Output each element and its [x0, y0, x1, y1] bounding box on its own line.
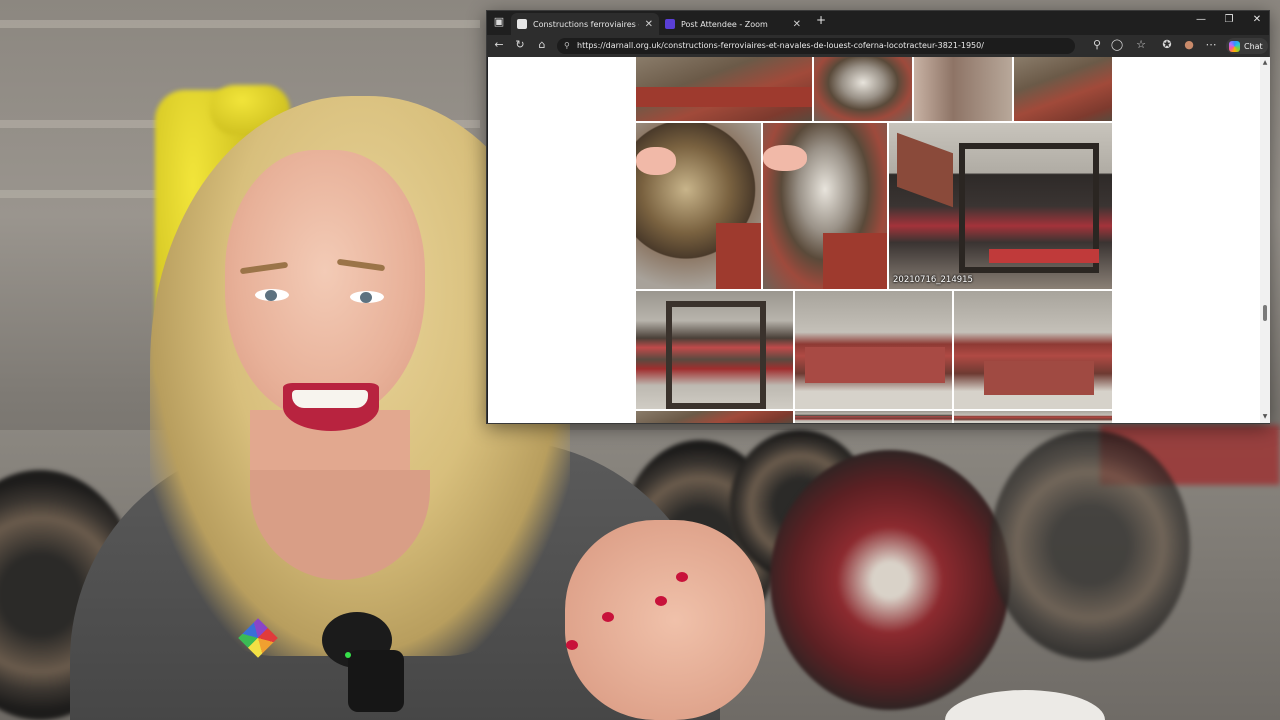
chat-label: Chat — [1244, 41, 1263, 51]
close-icon[interactable]: ✕ — [645, 19, 653, 30]
gallery-photo[interactable] — [763, 123, 887, 289]
reload-icon[interactable]: ↻ — [512, 38, 528, 51]
gallery-photo[interactable] — [636, 291, 793, 409]
browser-titlebar: ▣ Constructions ferroviaires et navales … — [487, 11, 1269, 35]
fingernail — [676, 572, 688, 582]
reader-icon[interactable]: ◯ — [1109, 38, 1125, 51]
gallery-photo[interactable] — [636, 123, 761, 289]
more-icon[interactable]: ⋯ — [1203, 38, 1219, 51]
new-tab-button[interactable]: + — [809, 13, 833, 27]
microphone-led — [345, 652, 351, 658]
gallery-photo[interactable] — [636, 57, 812, 121]
page-viewport[interactable]: 20210716_214915 — [488, 57, 1260, 423]
tab-zoom[interactable]: Post Attendee - Zoom ✕ — [659, 13, 807, 35]
lock-icon: ⚲ — [564, 41, 570, 50]
scroll-thumb[interactable] — [1263, 305, 1267, 321]
gallery-photo[interactable] — [814, 57, 912, 121]
fingernail — [602, 612, 614, 622]
address-bar[interactable]: ⚲ https://darnall.org.uk/constructions-f… — [557, 38, 1075, 54]
browser-window: ▣ Constructions ferroviaires et navales … — [486, 10, 1270, 424]
chat-button[interactable]: Chat — [1226, 38, 1268, 54]
zoom-icon[interactable]: ⚲ — [1089, 38, 1105, 51]
tab-label: Post Attendee - Zoom — [681, 19, 768, 29]
presenter-hand — [565, 520, 765, 720]
presenter-eye — [255, 289, 289, 301]
presenter-eye — [350, 291, 384, 303]
train-wheel — [990, 430, 1190, 660]
restore-icon[interactable]: ❐ — [1217, 14, 1241, 25]
gallery-photo[interactable]: 20210716_214915 — [889, 123, 1112, 289]
gallery-photo[interactable] — [954, 411, 1112, 423]
home-icon[interactable]: ⌂ — [534, 38, 550, 51]
presenter-teeth — [292, 390, 368, 408]
gallery-photo[interactable] — [795, 411, 952, 423]
address-url: https://darnall.org.uk/constructions-fer… — [577, 41, 984, 50]
tab-label: Constructions ferroviaires et navales — [533, 19, 639, 29]
copilot-icon — [1229, 40, 1240, 52]
photo-caption: 20210716_214915 — [893, 275, 973, 285]
browser-toolbar: ← ↻ ⌂ ⚲ https://darnall.org.uk/construct… — [487, 35, 1269, 57]
photo-gallery: 20210716_214915 — [636, 57, 1112, 423]
profile-icon[interactable]: ● — [1181, 38, 1197, 51]
fingernail — [566, 640, 578, 650]
lapel-microphone-icon — [348, 650, 404, 712]
back-arrow-icon[interactable]: ← — [491, 38, 507, 51]
page-scrollbar[interactable]: ▲ ▼ — [1260, 57, 1270, 423]
train-wheel-red-hub — [770, 450, 1010, 710]
scroll-up-icon[interactable]: ▲ — [1261, 59, 1269, 66]
collections-icon[interactable]: ✪ — [1159, 38, 1175, 51]
fingernail — [655, 596, 667, 606]
tab-actions-icon[interactable]: ▣ — [491, 15, 507, 28]
presenter-face — [225, 150, 425, 420]
window-close-icon[interactable]: ✕ — [1245, 14, 1269, 25]
gallery-photo[interactable] — [914, 57, 1012, 121]
close-icon[interactable]: ✕ — [793, 19, 801, 30]
gallery-photo[interactable] — [1014, 57, 1112, 121]
zoom-favicon-icon — [665, 19, 675, 29]
page-favicon-icon — [517, 19, 527, 29]
minimize-icon[interactable]: — — [1189, 14, 1213, 25]
gallery-photo[interactable] — [636, 411, 793, 423]
star-icon[interactable]: ☆ — [1133, 38, 1149, 51]
gallery-photo[interactable] — [954, 291, 1112, 409]
shelf — [0, 20, 480, 28]
gallery-photo[interactable] — [795, 291, 952, 409]
scroll-down-icon[interactable]: ▼ — [1261, 413, 1269, 420]
tab-darnall[interactable]: Constructions ferroviaires et navales ✕ — [511, 13, 659, 35]
